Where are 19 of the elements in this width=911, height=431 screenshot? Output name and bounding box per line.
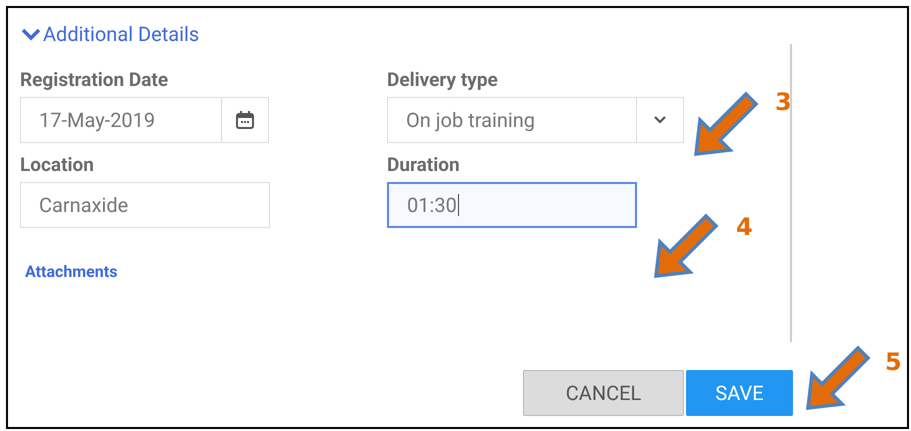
field-label: Registration Date xyxy=(20,68,170,91)
caret-icon xyxy=(653,115,667,125)
field-label: Delivery type xyxy=(387,68,499,91)
date-field[interactable]: 17-May-2019 xyxy=(20,97,222,143)
cancel-button[interactable]: CANCEL xyxy=(523,370,684,416)
dropdown-field[interactable]: On job training xyxy=(387,97,684,143)
input-field[interactable]: Carnaxide xyxy=(20,182,270,228)
attachments-link[interactable]: Attachments xyxy=(25,262,118,281)
save-button[interactable]: SAVE xyxy=(686,370,793,416)
step-number: 5 xyxy=(885,348,902,376)
section-toggle[interactable]: Additional Details xyxy=(20,22,200,46)
step-number: 4 xyxy=(736,213,753,241)
chevron-icon xyxy=(20,27,42,41)
field-label: Duration xyxy=(387,153,461,176)
step-number: 3 xyxy=(775,88,792,116)
calendar-icon xyxy=(235,110,255,130)
calendar-button[interactable] xyxy=(222,97,269,143)
input-field[interactable]: 01:30 xyxy=(387,182,637,228)
field-label: Location xyxy=(20,153,95,176)
